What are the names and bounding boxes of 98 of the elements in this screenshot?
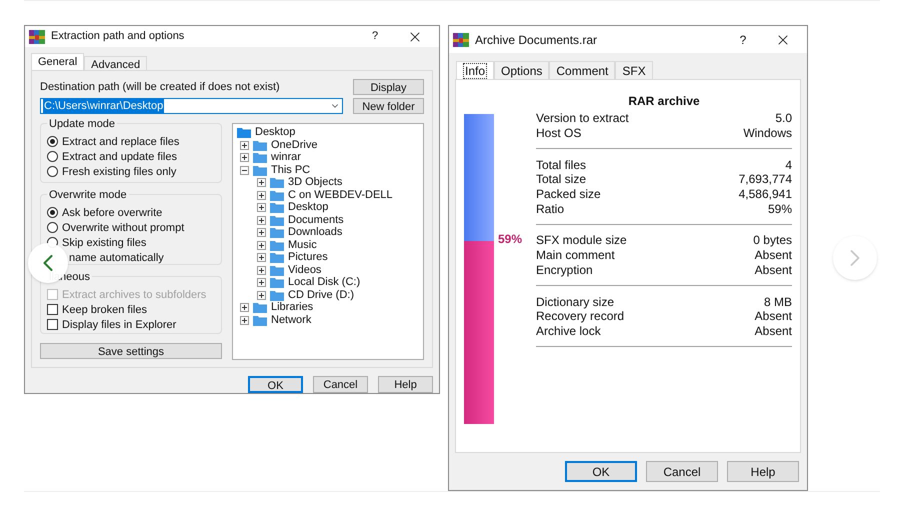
- info-value: 8 MB: [764, 294, 792, 311]
- folder-icon: [270, 252, 284, 264]
- checkbox[interactable]: [47, 304, 58, 316]
- expand-toggle[interactable]: [240, 316, 249, 325]
- info-label: Packed size: [536, 186, 601, 204]
- folder-icon: [237, 127, 251, 138]
- option-label: Extract archives to subfolders: [62, 288, 206, 303]
- info-value: 5.0: [775, 110, 792, 128]
- option-label: Extract and replace files: [62, 134, 180, 150]
- radio-button[interactable]: [47, 207, 58, 218]
- expand-toggle[interactable]: [257, 190, 266, 200]
- info-label: Version to extract: [536, 110, 629, 128]
- window-title: Extraction path and options: [51, 29, 186, 44]
- option-label: name automatically: [69, 250, 164, 266]
- expand-toggle[interactable]: [240, 166, 249, 175]
- side-button[interactable]: New folder: [353, 98, 424, 114]
- tab[interactable]: Options: [494, 61, 550, 79]
- help-button[interactable]: ?: [723, 30, 763, 48]
- info-label: Total size: [536, 171, 586, 188]
- dialog-button[interactable]: Cancel: [313, 376, 368, 393]
- expand-toggle[interactable]: [240, 303, 249, 312]
- option-label: Display files in Explorer: [62, 318, 176, 333]
- folder-icon: [253, 314, 267, 326]
- dialog-button[interactable]: Help: [378, 376, 433, 393]
- archive-app-icon: [29, 30, 45, 44]
- info-label: Host OS: [536, 125, 582, 142]
- option-label: Keep broken files: [62, 302, 147, 318]
- folder-icon: [270, 240, 284, 251]
- folder-icon: [270, 277, 284, 288]
- info-value: Absent: [754, 308, 792, 326]
- expand-toggle[interactable]: [257, 240, 266, 250]
- expand-toggle[interactable]: [257, 228, 266, 238]
- option-label: Extract and update files: [62, 150, 177, 165]
- window-title: Archive Documents.rar: [475, 32, 598, 48]
- radio-button[interactable]: [47, 166, 58, 178]
- expand-toggle[interactable]: [240, 140, 249, 150]
- option-label: Skip existing files: [62, 236, 146, 251]
- ratio-percent: 59%: [498, 231, 522, 248]
- info-label: Dictionary size: [536, 294, 614, 311]
- dialog-button[interactable]: Help: [727, 461, 799, 482]
- info-label: Archive lock: [536, 322, 601, 340]
- info-label: Main comment: [536, 247, 615, 264]
- dialog-button[interactable]: OK: [248, 376, 303, 393]
- info-label: Total files: [536, 156, 586, 174]
- option-label: Overwrite without prompt: [62, 220, 184, 236]
- tab[interactable]: Comment: [549, 61, 616, 79]
- info-label: SFX module size: [536, 232, 627, 250]
- expand-toggle[interactable]: [257, 278, 266, 288]
- info-value: Absent: [754, 247, 792, 264]
- option-label: Fresh existing files only: [62, 164, 176, 180]
- side-button[interactable]: Display: [353, 79, 424, 96]
- save-settings-button[interactable]: Save settings: [40, 343, 222, 360]
- expand-toggle[interactable]: [257, 290, 266, 300]
- folder-icon: [253, 164, 267, 176]
- tab[interactable]: General: [31, 53, 84, 70]
- info-value: 7,693,774: [738, 171, 792, 188]
- expand-toggle[interactable]: [257, 253, 266, 262]
- info-value: Absent: [754, 262, 792, 279]
- info-value: 4,586,941: [738, 186, 792, 204]
- folder-icon: [270, 190, 284, 201]
- folder-icon: [270, 202, 284, 214]
- expand-toggle[interactable]: [240, 153, 249, 162]
- expand-toggle[interactable]: [257, 216, 266, 225]
- info-value: 0 bytes: [753, 232, 792, 250]
- path-combo-field[interactable]: C:\Users\winrar\Desktop: [40, 98, 343, 114]
- info-value: 4: [785, 156, 792, 174]
- folder-icon: [253, 302, 267, 314]
- option-label: Ask before overwrite: [62, 206, 162, 221]
- info-label: Recovery record: [536, 308, 624, 326]
- tab[interactable]: Advanced: [84, 56, 148, 70]
- folder-icon: [253, 152, 267, 164]
- expand-toggle[interactable]: [257, 178, 266, 188]
- dialog-button[interactable]: OK: [565, 461, 637, 482]
- tab[interactable]: Info: [456, 61, 494, 79]
- expand-toggle[interactable]: [257, 266, 266, 275]
- help-button[interactable]: ?: [355, 28, 395, 45]
- expand-toggle[interactable]: [257, 203, 266, 212]
- radio-button[interactable]: [47, 151, 58, 162]
- folder-icon: [253, 140, 267, 151]
- folder-icon: [270, 227, 284, 238]
- info-heading: RAR archive: [627, 93, 701, 110]
- destination-label: Destination path (will be created if does not exist): [40, 80, 281, 96]
- folder-icon: [270, 264, 284, 276]
- folder-icon: [270, 177, 284, 188]
- checkbox[interactable]: [47, 319, 58, 330]
- info-value: Absent: [754, 322, 792, 340]
- info-label: Ratio: [536, 200, 564, 218]
- path-text: C:\Users\winrar\Desktop: [43, 98, 164, 114]
- dialog-button[interactable]: Cancel: [646, 461, 718, 482]
- folder-icon: [270, 290, 284, 301]
- radio-button[interactable]: [47, 136, 58, 148]
- folder-icon: [270, 214, 284, 226]
- info-label: Encryption: [536, 262, 593, 279]
- tab[interactable]: SFX: [615, 61, 653, 79]
- radio-button[interactable]: [47, 222, 58, 234]
- info-value: Windows: [743, 125, 792, 142]
- archive-app-icon: [453, 32, 469, 46]
- info-value: 59%: [768, 200, 792, 218]
